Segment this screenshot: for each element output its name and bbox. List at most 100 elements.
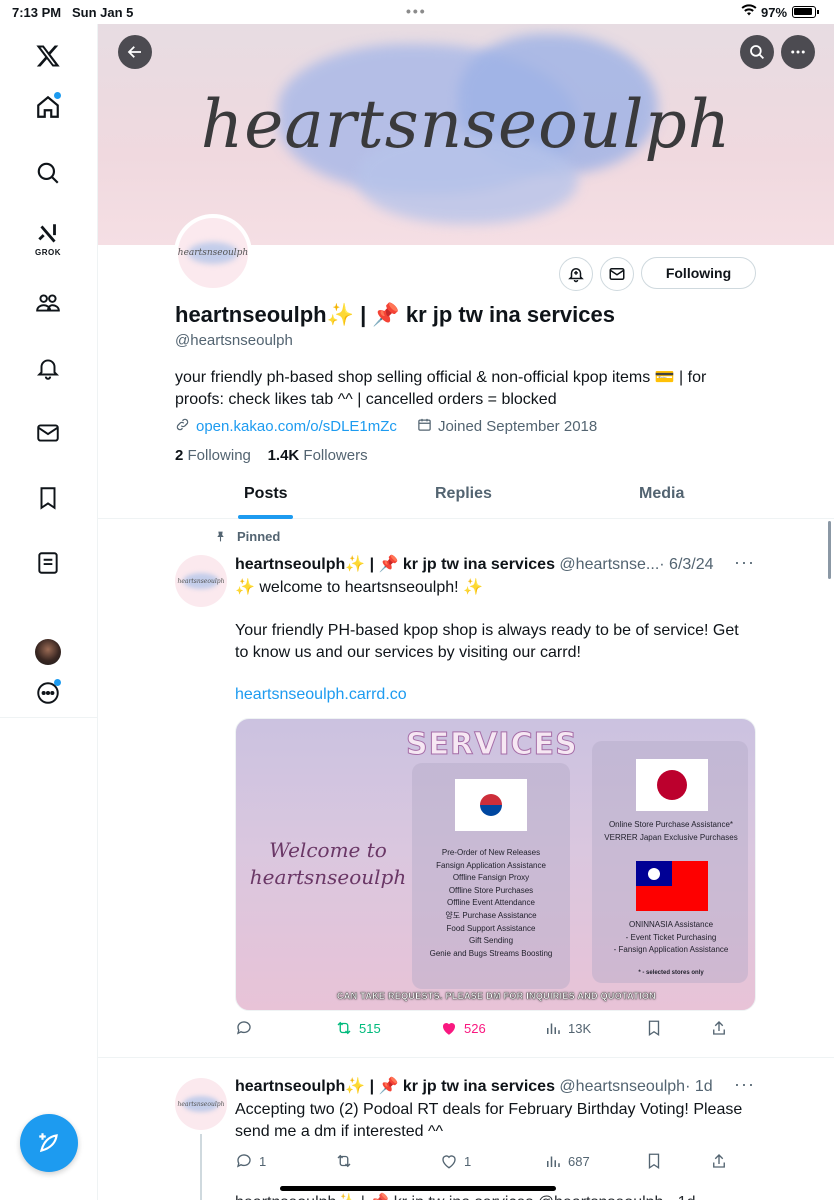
post-header: heartnseoulph✨ | 📌 kr jp tw ina services… bbox=[235, 1076, 755, 1096]
x-logo-icon[interactable] bbox=[28, 36, 68, 76]
share-icon bbox=[713, 1154, 725, 1168]
profile-avatar-icon[interactable] bbox=[35, 639, 61, 665]
banner-title: heartsnseoulph bbox=[200, 86, 732, 163]
next-post-preview[interactable]: heartnseoulph✨ | 📌 kr jp tw ina services… bbox=[235, 1192, 755, 1200]
home-notification-dot bbox=[54, 92, 61, 99]
media-service-item: Offline Event Attendance bbox=[447, 898, 535, 908]
status-date: Sun Jan 5 bbox=[72, 5, 134, 20]
joined-date: Joined September 2018 bbox=[437, 418, 598, 435]
post-more-icon[interactable]: ··· bbox=[734, 552, 755, 573]
bookmark-button[interactable] bbox=[645, 1019, 663, 1037]
followers-count-link[interactable]: 1.4K Followers bbox=[268, 447, 368, 464]
search-icon[interactable] bbox=[28, 153, 68, 193]
post-date[interactable]: · 1d bbox=[685, 1078, 713, 1095]
post-author-name[interactable]: heartnseoulph✨ | 📌 kr jp tw ina services bbox=[235, 556, 555, 573]
post-date[interactable]: · 6/3/24 bbox=[659, 556, 713, 573]
post-media-image[interactable]: Welcome to heartsnseoulph SERVICES Pre-O… bbox=[235, 718, 756, 1011]
battery-percent: 97% bbox=[761, 5, 788, 20]
tab-replies[interactable]: Replies bbox=[435, 485, 492, 503]
bookmark-icon bbox=[648, 1153, 660, 1170]
link-icon bbox=[175, 417, 190, 436]
notifications-bell-icon[interactable] bbox=[28, 348, 68, 388]
pinned-label: Pinned bbox=[214, 529, 280, 544]
reply-icon bbox=[236, 1021, 251, 1035]
media-service-item: Pre-Order of New Releases bbox=[441, 848, 541, 857]
retweet-icon bbox=[337, 1154, 351, 1168]
multitasking-dots-icon[interactable]: ••• bbox=[406, 3, 427, 19]
taiwan-flag-icon bbox=[636, 861, 708, 911]
media-service-item: ONINNASIA Assistance bbox=[628, 920, 714, 929]
retweet-icon bbox=[337, 1021, 351, 1035]
media-service-item: Offline Store Purchases bbox=[448, 885, 534, 895]
post-avatar[interactable]: heartsnseoulph bbox=[175, 1078, 227, 1130]
tab-media[interactable]: Media bbox=[639, 485, 684, 503]
profile-avatar[interactable]: heartsnseoulph bbox=[174, 214, 252, 292]
post-more-icon[interactable]: ··· bbox=[734, 1074, 755, 1095]
profile-link[interactable]: open.kakao.com/o/sDLE1mZc bbox=[196, 418, 397, 435]
back-button[interactable] bbox=[118, 35, 152, 69]
notify-bell-button[interactable] bbox=[559, 257, 593, 291]
compose-post-button[interactable] bbox=[20, 1114, 78, 1172]
more-options-icon[interactable] bbox=[28, 673, 68, 713]
post-author-name[interactable]: heartnseoulph✨ | 📌 kr jp tw ina services bbox=[235, 1078, 555, 1095]
search-profile-button[interactable] bbox=[740, 35, 774, 69]
bookmark-button[interactable] bbox=[645, 1152, 663, 1170]
media-service-item: Online Store Purchase Assistance* bbox=[608, 820, 734, 829]
media-note: * - selected stores only bbox=[638, 970, 704, 976]
media-tw-services: ONINNASIA Assistance - Event Ticket Purch… bbox=[596, 919, 746, 957]
media-kr-services: Pre-Order of New Releases Fansign Applica… bbox=[416, 847, 566, 960]
post-actions: 1 1 687 bbox=[235, 1152, 735, 1174]
views-button[interactable]: 687 bbox=[544, 1152, 590, 1170]
views-icon bbox=[547, 1023, 560, 1034]
home-icon[interactable] bbox=[28, 87, 68, 127]
following-button[interactable]: Following bbox=[641, 257, 756, 289]
active-tab-indicator bbox=[238, 515, 293, 519]
profile-bio: your friendly ph-based shop selling offi… bbox=[175, 369, 707, 408]
post-author-handle: @heartsnse... bbox=[559, 556, 660, 573]
media-service-item: Genie and Bugs Streams Boosting bbox=[429, 948, 553, 958]
post-text-body: Accepting two (2) Podoal RT deals for Fe… bbox=[235, 1101, 743, 1140]
retweet-button[interactable] bbox=[335, 1152, 359, 1170]
bookmark-icon bbox=[648, 1020, 660, 1037]
reply-button[interactable]: 1 bbox=[235, 1152, 266, 1170]
like-button[interactable]: 1 bbox=[440, 1152, 471, 1170]
lists-icon[interactable] bbox=[28, 543, 68, 583]
status-time: 7:13 PM bbox=[12, 5, 62, 20]
reply-button[interactable] bbox=[235, 1019, 259, 1037]
tab-posts[interactable]: Posts bbox=[244, 485, 288, 503]
more-menu-button[interactable] bbox=[781, 35, 815, 69]
like-button[interactable]: 526 bbox=[440, 1019, 486, 1037]
media-service-item: VERRER Japan Exclusive Purchases bbox=[604, 832, 738, 842]
post-author-handle: @heartsnseoulph bbox=[559, 1078, 686, 1095]
messages-envelope-icon[interactable] bbox=[28, 413, 68, 453]
share-button[interactable] bbox=[710, 1152, 728, 1170]
post-avatar[interactable]: heartsnseoulph bbox=[175, 555, 227, 607]
sidebar-nav: GROK bbox=[0, 24, 98, 1200]
communities-icon[interactable] bbox=[28, 283, 68, 323]
profile-display-name: heartnseoulph✨ | 📌 kr jp tw ina services bbox=[175, 302, 615, 327]
post-header: heartnseoulph✨ | 📌 kr jp tw ina services… bbox=[235, 554, 755, 574]
media-jp-services: Online Store Purchase Assistance* VERRER … bbox=[596, 819, 746, 844]
pin-icon bbox=[217, 531, 224, 542]
retweet-button[interactable]: 515 bbox=[335, 1019, 381, 1037]
battery-icon bbox=[792, 6, 819, 18]
korea-flag-icon bbox=[455, 779, 527, 831]
media-service-item: Offline Fansign Proxy bbox=[452, 873, 530, 883]
profile-handle: @heartsnseoulph bbox=[175, 332, 293, 349]
media-welcome-text: Welcome to heartsnseoulph bbox=[249, 838, 407, 889]
heart-icon bbox=[442, 1022, 456, 1035]
status-bar: 7:13 PM Sun Jan 5 ••• 97% bbox=[0, 0, 834, 24]
bookmarks-icon[interactable] bbox=[28, 478, 68, 518]
message-button[interactable] bbox=[600, 257, 634, 291]
share-icon bbox=[713, 1021, 725, 1035]
home-indicator[interactable] bbox=[280, 1186, 556, 1191]
views-icon bbox=[547, 1156, 560, 1167]
profile-main: heartsnseoulph heartsnseoulph Following … bbox=[98, 24, 834, 1200]
post-link[interactable]: heartsnseoulph.carrd.co bbox=[235, 686, 407, 704]
views-button[interactable]: 13K bbox=[544, 1019, 591, 1037]
share-button[interactable] bbox=[710, 1019, 728, 1037]
media-services-title: SERVICES bbox=[406, 727, 578, 763]
media-service-item: Fansign Application Assistance bbox=[436, 860, 546, 870]
following-count-link[interactable]: 2 Following bbox=[175, 447, 251, 464]
scrollbar[interactable] bbox=[828, 521, 831, 579]
